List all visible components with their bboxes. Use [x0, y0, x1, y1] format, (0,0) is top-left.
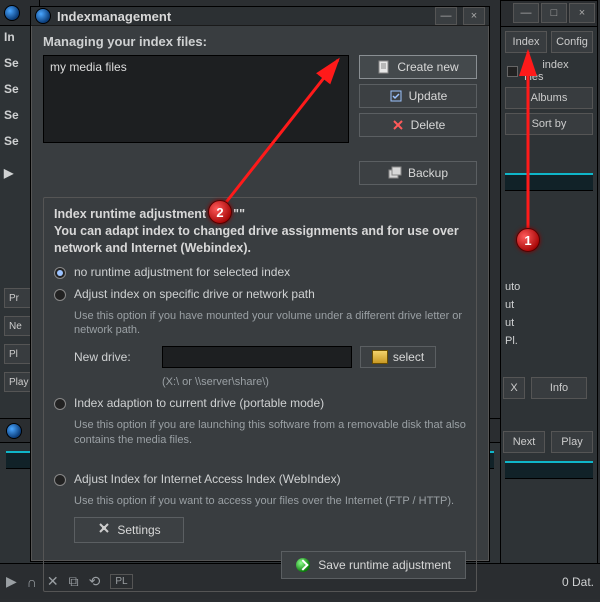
- index-list[interactable]: my media files: [43, 55, 349, 143]
- radio-icon: [54, 289, 66, 301]
- maximize-button[interactable]: □: [541, 3, 567, 23]
- new-drive-hint: (X:\ or \\server\share\): [162, 376, 466, 388]
- create-new-button[interactable]: Create new: [359, 55, 477, 79]
- albums-button[interactable]: Albums: [505, 87, 593, 109]
- apply-icon: [296, 558, 310, 572]
- radio-icon: [54, 474, 66, 486]
- radio-portable[interactable]: Index adaption to current drive (portabl…: [54, 396, 466, 410]
- x-button[interactable]: X: [503, 377, 525, 399]
- next-button[interactable]: Next: [503, 431, 545, 453]
- info-button[interactable]: Info: [531, 377, 587, 399]
- help-webindex: Use this option if you want to access yo…: [74, 494, 466, 509]
- update-button[interactable]: Update: [359, 84, 477, 108]
- highlight-strip: [505, 173, 593, 191]
- dialog-titlebar: Indexmanagement — ×: [31, 7, 489, 26]
- indexmanagement-dialog: Indexmanagement — × Managing your index …: [30, 6, 490, 562]
- settings-icon: [97, 521, 111, 538]
- radio-webindex[interactable]: Adjust Index for Internet Access Index (…: [54, 472, 466, 486]
- dialog-minimize-button[interactable]: —: [435, 7, 457, 25]
- app-icon: [35, 8, 51, 24]
- runtime-adjustment-group: Index runtime adjustment For "" You can …: [43, 197, 477, 592]
- backup-button[interactable]: Backup: [359, 161, 477, 185]
- right-titlebar: — □ ×: [501, 1, 597, 27]
- radio-specific-drive[interactable]: Adjust index on specific drive or networ…: [54, 287, 466, 301]
- new-drive-input[interactable]: [162, 346, 352, 368]
- list-item[interactable]: my media files: [50, 60, 342, 74]
- left-clipped-labels: In Se Se Se Se ▶: [4, 30, 19, 180]
- right-panel: — □ × Index Config a index files Albums …: [500, 0, 598, 599]
- tab-config[interactable]: Config: [551, 31, 593, 53]
- play-icon[interactable]: ▶: [6, 573, 17, 590]
- dialog-close-button[interactable]: ×: [463, 7, 485, 25]
- right-clipped-labels: uto ut ut Pl.: [505, 281, 597, 347]
- status-text: 0 Dat.: [562, 575, 594, 589]
- play-icon[interactable]: ▶: [4, 166, 19, 180]
- check-all-index-files[interactable]: a index files: [507, 59, 591, 83]
- delete-icon: [391, 118, 405, 132]
- highlight-strip-2: [505, 461, 593, 479]
- update-icon: [389, 89, 403, 103]
- app-icon: [6, 423, 22, 439]
- minimize-button[interactable]: —: [513, 3, 539, 23]
- help-specific-drive: Use this option if you have mounted your…: [74, 309, 466, 339]
- app-icon: [4, 5, 20, 21]
- managing-label: Managing your index files:: [43, 34, 477, 49]
- dialog-title: Indexmanagement: [57, 9, 171, 24]
- document-icon: [377, 60, 391, 74]
- delete-button[interactable]: Delete: [359, 113, 477, 137]
- play-button-right[interactable]: Play: [551, 431, 593, 453]
- radio-no-adjustment[interactable]: no runtime adjustment for selected index: [54, 265, 466, 279]
- radio-icon: [54, 267, 66, 279]
- close-button[interactable]: ×: [569, 3, 595, 23]
- tab-index[interactable]: Index: [505, 31, 547, 53]
- radio-icon: [54, 398, 66, 410]
- save-runtime-button[interactable]: Save runtime adjustment: [281, 551, 466, 579]
- settings-button[interactable]: Settings: [74, 517, 184, 543]
- select-drive-button[interactable]: select: [360, 346, 436, 368]
- group-title: Index runtime adjustment For "" You can …: [54, 206, 466, 257]
- check-label: a index files: [524, 59, 591, 83]
- help-portable: Use this option if you are launching thi…: [74, 418, 466, 448]
- new-drive-label: New drive:: [74, 350, 154, 364]
- folder-icon: [372, 350, 388, 364]
- sortby-button[interactable]: Sort by: [505, 113, 593, 135]
- backup-icon: [388, 166, 402, 180]
